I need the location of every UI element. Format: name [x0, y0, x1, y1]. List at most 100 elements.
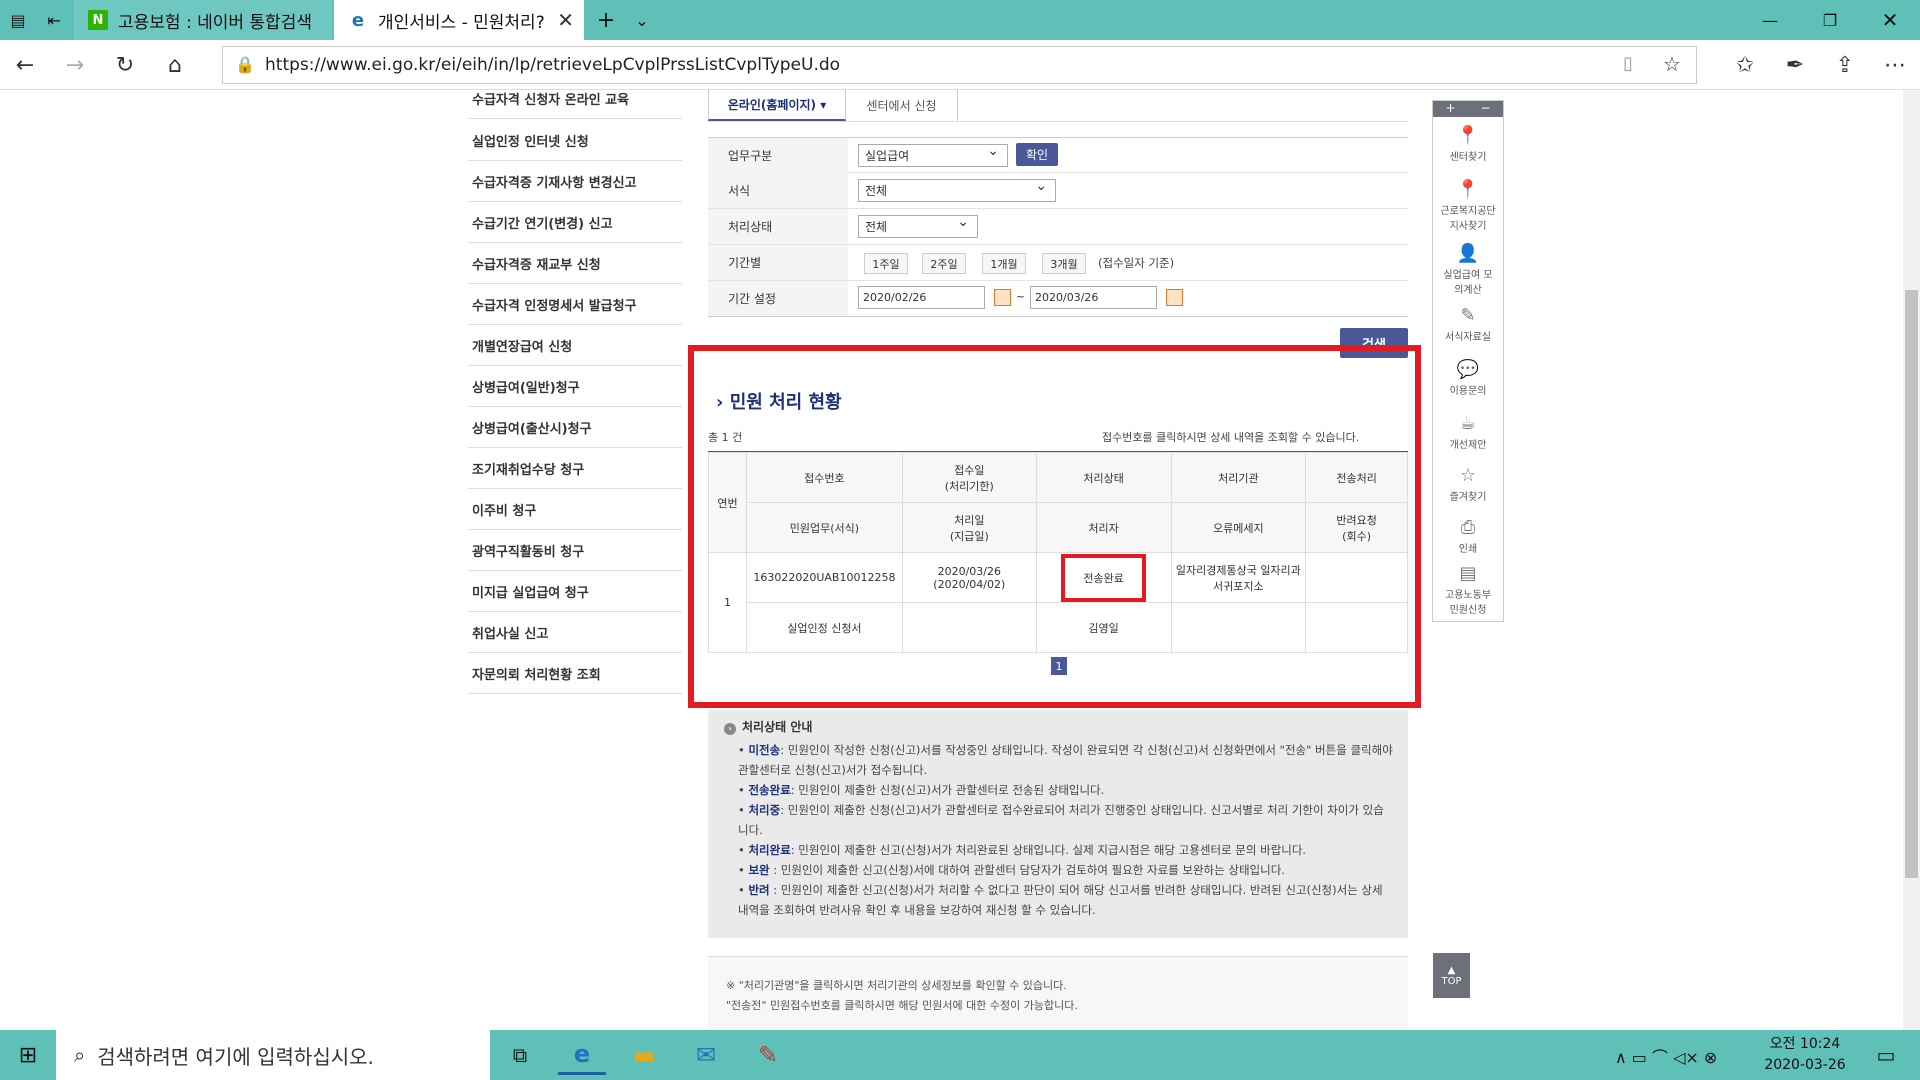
quick-inquiry[interactable]: 💬 이용문의 [1433, 359, 1503, 397]
left-menu-item[interactable]: 상병급여(일반)청구 [468, 366, 682, 407]
forward-icon[interactable]: → [58, 48, 92, 82]
notification-icon[interactable]: ▭ [1862, 1035, 1910, 1075]
minimize-icon[interactable]: — [1740, 0, 1800, 40]
quick-label: 인쇄 [1458, 544, 1478, 555]
task-view-icon[interactable]: ⧉ [496, 1035, 544, 1075]
paint-icon[interactable]: ✎ [744, 1035, 792, 1075]
edge-taskbar-icon[interactable]: e [558, 1035, 606, 1075]
quick-print[interactable]: ⎙ 인쇄 [1433, 517, 1503, 555]
date-to-input[interactable]: 2020/03/26 [1030, 286, 1157, 309]
favorites-icon[interactable]: ✩ [1728, 48, 1762, 82]
left-menu-item[interactable]: 수급자격증 재교부 신청 [468, 243, 682, 284]
guide-text: : 민원인이 작성한 신청(신고)서를 작성중인 상태입니다. 작성이 완료되면… [738, 743, 1393, 777]
status-select[interactable]: 전체 [858, 214, 978, 238]
notes-icon[interactable]: ✒ [1778, 48, 1812, 82]
clock[interactable]: 오전 10:24 2020-03-26 [1750, 1034, 1860, 1076]
home-icon[interactable]: ⌂ [158, 48, 192, 82]
guide-text: : 민원인이 제출한 신고(신청)서에 대하여 관할센터 담당자가 검토하여 필… [769, 863, 1285, 877]
close-tab-icon[interactable]: ✕ [557, 8, 574, 32]
left-menu-item[interactable]: 수급기간 연기(변경) 신고 [468, 202, 682, 243]
maximize-icon[interactable]: ❐ [1800, 0, 1860, 40]
date-from-input[interactable]: 2020/02/26 [858, 286, 985, 309]
guide-item: • 전송완료: 민원인이 제출한 신청(신고)서가 관할센터로 전송된 상태입니… [738, 783, 1105, 797]
guide-item: • 반려 : 민원인이 제출한 신고(신청)서가 처리할 수 없다고 판단이 되… [738, 883, 1383, 917]
map-pin-icon: 📍 [1456, 179, 1480, 200]
address-field[interactable]: 🔒 https://www.ei.go.kr/ei/eih/in/lp/retr… [222, 46, 1697, 84]
mail-icon[interactable]: ✉ [682, 1035, 730, 1075]
calendar-icon[interactable] [1166, 289, 1183, 306]
file-explorer-icon[interactable]: ▬ [620, 1035, 668, 1075]
left-menu-item[interactable]: 자문의뢰 처리현황 조회 [468, 653, 682, 694]
left-menu-item[interactable]: 개별연장급여 신청 [468, 325, 682, 366]
reading-view-icon[interactable]: ▯ [1623, 53, 1633, 74]
caret-up-icon: ▲ [1447, 964, 1456, 976]
url-text: https://www.ei.go.kr/ei/eih/in/lp/retrie… [265, 55, 841, 75]
taskbar-search[interactable]: ⌕ 검색하려면 여기에 입력하십시오. [56, 1030, 490, 1080]
confirm-button[interactable]: 확인 [1016, 143, 1058, 166]
star-icon: ☆ [1459, 465, 1477, 486]
zoom-out-button[interactable]: − [1468, 101, 1503, 117]
tab-actions-icon[interactable]: ▤ [0, 0, 36, 40]
zoom-in-button[interactable]: + [1433, 101, 1468, 117]
guide-text: : 민원인이 제출한 신고(신청)서가 처리완료된 상태입니다. 실제 지급시점… [790, 843, 1307, 857]
form-select[interactable]: 전체 [858, 178, 1056, 202]
left-menu-item[interactable]: 이주비 청구 [468, 489, 682, 530]
label: 기간 설정 [708, 281, 848, 316]
tab-preview-chevron-icon[interactable]: ⌄ [624, 0, 660, 40]
quick-label: 개선제안 [1449, 440, 1487, 451]
more-icon[interactable]: ⋯ [1878, 48, 1912, 82]
guide-title: › 처리상태 안내 [724, 718, 812, 735]
tilde: ~ [1016, 290, 1026, 303]
note-line: ※ "처리기관명"을 클릭하시면 처리기관의 상세정보를 확인할 수 있습니다. [726, 979, 1067, 992]
left-menu-item[interactable]: 취업사실 신고 [468, 612, 682, 653]
scrollbar-thumb[interactable] [1905, 290, 1918, 878]
guide-title-text: 처리상태 안내 [742, 720, 813, 734]
period-3month-button[interactable]: 3개월 [1042, 253, 1086, 274]
tray-icons[interactable]: ∧ ▭ ⌒ ◁× ⊗ [1615, 1044, 1717, 1068]
quick-benefit-calc[interactable]: 👤 실업급여 모의계산 [1433, 243, 1503, 296]
share-icon[interactable]: ⇪ [1828, 48, 1862, 82]
refresh-icon[interactable]: ↻ [108, 48, 142, 82]
quick-favorites[interactable]: ☆ 즐겨찾기 [1433, 465, 1503, 503]
address-bar-row: ← → ↻ ⌂ 🔒 https://www.ei.go.kr/ei/eih/in… [0, 40, 1920, 90]
edge-icon: e [351, 9, 365, 31]
quick-forms[interactable]: ✎ 서식자료실 [1433, 305, 1503, 343]
left-menu-item[interactable]: 수급자격증 기재사항 변경신고 [468, 161, 682, 202]
left-menu-item[interactable]: 수급자격 인정명세서 발급청구 [468, 284, 682, 325]
work-type-select[interactable]: 실업급여 [858, 143, 1008, 167]
info-icon: › [724, 723, 736, 735]
guide-item: • 보완 : 민원인이 제출한 신고(신청)서에 대하여 관할센터 담당자가 검… [738, 863, 1285, 877]
guide-item: • 처리중: 민원인이 제출한 신청(신고)서가 관할센터로 접수완료되어 처리… [738, 803, 1384, 837]
period-note: (접수일자 기준) [1098, 256, 1175, 270]
tab-ei-service[interactable]: e 개인서비스 - 민원처리? ✕ [334, 0, 584, 40]
left-menu-item[interactable]: 수급자격 신청자 온라인 교육 [468, 90, 682, 119]
quick-branch-search[interactable]: 📍 근로복지공단 지사찾기 [1433, 179, 1503, 232]
quick-center-search[interactable]: 📍 센터찾기 [1433, 125, 1503, 163]
new-tab-icon[interactable]: + [588, 0, 624, 40]
set-tabs-aside-icon[interactable]: ⇤ [36, 0, 72, 40]
quick-suggestion[interactable]: ☕ 개선제안 [1433, 413, 1503, 451]
guide-item: • 미전송: 민원인이 작성한 신청(신고)서를 작성중인 상태입니다. 작성이… [738, 743, 1393, 777]
quick-moel-petition[interactable]: ▤ 고용노동부 민원신청 [1433, 563, 1503, 616]
tab-center[interactable]: 센터에서 신청 [846, 90, 958, 121]
back-icon[interactable]: ← [8, 48, 42, 82]
left-menu-item[interactable]: 실업인정 인터넷 신청 [468, 120, 682, 161]
calendar-icon[interactable] [994, 289, 1011, 306]
form-row-status: 처리상태 전체 [708, 209, 1408, 245]
period-2week-button[interactable]: 2주일 [922, 253, 966, 274]
period-1week-button[interactable]: 1주일 [864, 253, 908, 274]
form-row-range: 기간 설정 2020/02/26 ~ 2020/03/26 [708, 281, 1408, 317]
tab-online[interactable]: 온라인(홈페이지) ▾ [708, 90, 846, 121]
left-menu-item[interactable]: 미지급 실업급여 청구 [468, 571, 682, 612]
period-1month-button[interactable]: 1개월 [982, 253, 1026, 274]
top-button[interactable]: ▲ TOP [1433, 953, 1470, 998]
left-menu-item[interactable]: 상병급여(출산시)청구 [468, 407, 682, 448]
quick-label: 근로복지공단 지사찾기 [1440, 206, 1496, 232]
left-menu-item[interactable]: 광역구직활동비 청구 [468, 530, 682, 571]
status-guide: › 처리상태 안내 • 미전송: 민원인이 작성한 신청(신고)서를 작성중인 상… [708, 710, 1408, 938]
tab-naver-search[interactable]: N 고용보험 : 네이버 통합검색 [74, 0, 332, 40]
favorite-star-icon[interactable]: ☆ [1663, 52, 1681, 76]
left-menu-item[interactable]: 조기재취업수당 청구 [468, 448, 682, 489]
close-window-icon[interactable]: ✕ [1860, 0, 1920, 40]
windows-start-icon[interactable]: ⊞ [4, 1035, 52, 1075]
